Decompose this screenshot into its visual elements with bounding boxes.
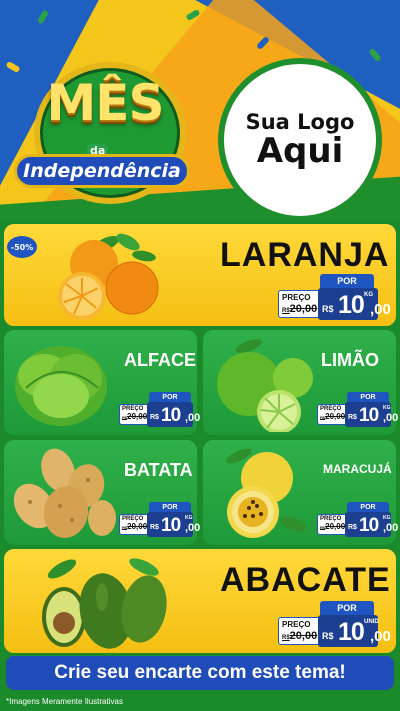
- old-price-box: PREÇO R$20,00: [278, 617, 322, 645]
- price-integer: 10: [161, 515, 181, 536]
- brand-logo-placeholder: Sua Logo Aqui: [218, 58, 382, 220]
- currency: R$: [150, 524, 159, 531]
- old-price: R$20,00: [282, 630, 318, 642]
- preco-label: PREÇO: [282, 620, 311, 629]
- price-integer: 10: [338, 291, 365, 319]
- brand-line2: Aqui: [256, 130, 344, 171]
- por-label: POR: [320, 601, 374, 615]
- month-badge: MÊS da Independência: [14, 60, 194, 204]
- product-name: ALFACE: [124, 350, 196, 370]
- currency: R$: [348, 524, 357, 531]
- unit-label: KG: [185, 515, 193, 521]
- unit-label: KG: [364, 292, 373, 298]
- price-decimal: ,00: [383, 412, 399, 424]
- old-price: R$20,00: [320, 522, 346, 531]
- price-integer: 10: [359, 405, 379, 426]
- cta-banner[interactable]: Crie seu encarte com este tema!: [6, 656, 394, 690]
- product-card-maracuja: MARACUJÁ POR PREÇO R$20,00 R$ 10 ,00 KG: [203, 440, 399, 545]
- preco-label: PREÇO: [282, 293, 311, 302]
- current-price: R$ 10 ,00: [147, 402, 200, 427]
- price-decimal: ,00: [185, 522, 201, 534]
- product-card-abacate: ABACATE POR PREÇO R$20,00 R$ 10 ,00 UNID: [4, 549, 396, 653]
- product-name: ABACATE: [220, 561, 391, 599]
- price-integer: 10: [359, 515, 379, 536]
- product-card-limao: LIMÃO POR PREÇO R$20,00 R$ 10 ,00 KG: [203, 330, 399, 435]
- badge-subtitle: Independência: [23, 160, 181, 182]
- product-name: LIMÃO: [321, 350, 379, 370]
- price-integer: 10: [161, 405, 181, 426]
- confetti: [368, 47, 382, 63]
- product-card-laranja: LARANJA POR PREÇO R$20,00 R$ 10 ,00 KG: [4, 224, 396, 326]
- old-price: R$20,00: [122, 412, 148, 421]
- price-decimal: ,00: [370, 628, 391, 645]
- cta-text: Crie seu encarte com este tema!: [54, 662, 346, 683]
- flyer: MÊS da Independência Sua Logo Aqui LARAN…: [0, 0, 400, 711]
- price-integer: 10: [338, 618, 365, 646]
- product-card-batata: BATATA POR PREÇO R$20,00 R$ 10 ,00 KG: [4, 440, 201, 545]
- old-price: R$20,00: [320, 412, 346, 421]
- por-label: POR: [320, 274, 374, 288]
- price-decimal: ,00: [383, 522, 399, 534]
- passion-fruit-icon: [226, 448, 307, 538]
- unit-label: KG: [383, 515, 391, 521]
- avocado-icon: [42, 558, 167, 649]
- orange-fruit-icon: [58, 233, 159, 320]
- footer-disclaimer: *Imagens Meramente Ilustrativas: [6, 697, 123, 706]
- currency: R$: [150, 414, 159, 421]
- product-name: LARANJA: [220, 236, 390, 274]
- unit-label: UNID: [364, 619, 379, 625]
- header-banner: MÊS da Independência Sua Logo Aqui: [0, 0, 400, 220]
- confetti: [328, 19, 338, 35]
- unit-label: KG: [383, 405, 391, 411]
- old-price: R$20,00: [282, 303, 318, 315]
- price-decimal: ,00: [185, 412, 201, 424]
- potato-icon: [13, 448, 116, 538]
- currency: R$: [322, 304, 334, 314]
- product-card-alface: ALFACE POR PREÇO R$20,00 R$ 10 ,00: [4, 330, 200, 435]
- lettuce-icon: [15, 346, 107, 426]
- discount-badge: -50%: [7, 236, 37, 258]
- old-price: R$20,00: [122, 522, 148, 531]
- badge-title: MÊS: [46, 74, 165, 132]
- lime-icon: [217, 339, 313, 432]
- currency: R$: [322, 631, 334, 641]
- old-price-box: PREÇO R$20,00: [278, 290, 322, 318]
- badge-ribbon: Independência: [14, 154, 190, 188]
- price-decimal: ,00: [370, 301, 391, 318]
- product-name: BATATA: [124, 460, 193, 480]
- product-name: MARACUJÁ: [323, 462, 392, 476]
- currency: R$: [348, 414, 357, 421]
- confetti: [36, 9, 50, 25]
